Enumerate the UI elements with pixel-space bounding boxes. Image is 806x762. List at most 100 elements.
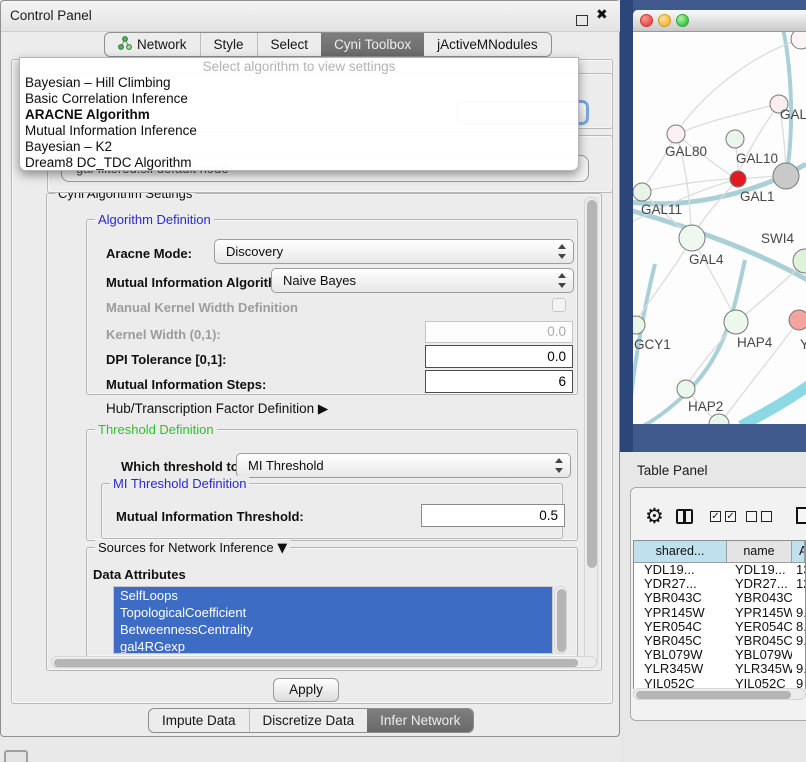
algorithm-option[interactable]: Mutual Information Inference: [20, 123, 578, 139]
table-row[interactable]: YDR27...YDR27...12: [634, 577, 805, 591]
network-node-swi4[interactable]: [793, 249, 806, 273]
column-header-partial[interactable]: A: [792, 541, 805, 562]
table-cell: YBR043C: [634, 591, 727, 605]
float-window-icon[interactable]: [576, 15, 588, 26]
table-row[interactable]: YBR045CYBR045C9.: [634, 634, 805, 648]
sources-title[interactable]: Sources for Network Inference ▼: [95, 540, 290, 556]
network-node-y[interactable]: [789, 310, 806, 330]
network-edge: [633, 210, 806, 282]
checked-checkbox-icon[interactable]: ✓: [725, 511, 736, 522]
table-row[interactable]: YER054CYER054C8.: [634, 620, 805, 634]
node-label: GAL7: [780, 107, 806, 122]
data-attribute-item[interactable]: TopologicalCoefficient: [114, 604, 552, 621]
dpi-tolerance-label: DPI Tolerance [0,1]:: [106, 352, 226, 367]
mi-steps-field[interactable]: 6: [425, 370, 573, 393]
mi-algorithm-type-combobox[interactable]: Naive Bayes: [271, 268, 574, 293]
table-row[interactable]: YLR345WYLR345W9.: [634, 662, 805, 676]
tab-network[interactable]: Network: [105, 33, 200, 56]
data-attributes-label: Data Attributes: [93, 567, 186, 582]
algorithm-option[interactable]: Basic Correlation Inference: [20, 91, 578, 107]
combo-down-arrow-icon: [555, 468, 563, 473]
network-node-hap2[interactable]: [677, 380, 695, 398]
network-node-gal1[interactable]: [730, 171, 746, 187]
network-window-titlebar[interactable]: [633, 10, 806, 32]
table-hscrollbar-thumb[interactable]: [636, 691, 791, 699]
network-node[interactable]: [773, 163, 799, 189]
attributes-vscrollbar-thumb[interactable]: [557, 589, 566, 652]
settings-hscrollbar-thumb[interactable]: [54, 659, 578, 667]
column-layout-icon[interactable]: [676, 509, 693, 524]
table-cell: YPR145W: [727, 606, 792, 620]
column-header-shared-name[interactable]: shared...: [634, 541, 727, 562]
which-threshold-combobox[interactable]: MI Threshold: [236, 453, 571, 478]
table-row[interactable]: YPR145WYPR145W9.: [634, 606, 805, 620]
column-header-name[interactable]: name: [727, 541, 792, 562]
unchecked-checkbox-icon[interactable]: [761, 511, 772, 522]
apply-button[interactable]: Apply: [273, 678, 339, 702]
algorithm-popup-list: Bayesian – Hill ClimbingBasic Correlatio…: [20, 75, 578, 171]
table-row[interactable]: YBR043CYBR043C: [634, 591, 805, 605]
settings-vscrollbar-track[interactable]: [584, 197, 598, 667]
close-panel-icon[interactable]: ✖: [596, 7, 608, 23]
table-cell: YDR27...: [727, 577, 792, 591]
settings-vscrollbar-thumb[interactable]: [587, 200, 597, 568]
minimize-window-button[interactable]: [658, 14, 671, 27]
checked-checkbox-icon[interactable]: ✓: [710, 511, 721, 522]
control-panel-titlebar[interactable]: Control Panel ✖: [1, 1, 621, 32]
table-row[interactable]: YDL19...YDL19...13: [634, 563, 805, 577]
unchecked-checkbox-icon[interactable]: [746, 511, 757, 522]
mi-threshold-field[interactable]: 0.5: [421, 504, 565, 527]
table-hscrollbar-track[interactable]: [633, 688, 806, 700]
network-node-gal80[interactable]: [667, 125, 685, 143]
tab-impute-data[interactable]: Impute Data: [149, 709, 249, 732]
table-settings-gear-icon[interactable]: ⚙: [645, 506, 664, 526]
combo-up-arrow-icon: [558, 244, 566, 249]
manual-kernel-width-checkbox[interactable]: [552, 298, 566, 312]
algorithm-option[interactable]: Bayesian – K2: [20, 139, 578, 155]
collapsed-arrow-icon: ▶: [318, 401, 328, 417]
table-cell: YPR145W: [634, 606, 727, 620]
network-edge: [741, 384, 806, 424]
tab-jactivemnodules[interactable]: jActiveMNodules: [424, 33, 551, 56]
table-cell: YDL19...: [727, 563, 792, 577]
table-row[interactable]: YBL079WYBL079W: [634, 648, 805, 662]
network-desktop-edge: [620, 0, 633, 452]
minimized-panel-icon[interactable]: [4, 750, 28, 762]
attributes-vscrollbar-track[interactable]: [554, 586, 567, 654]
mi-threshold-label: Mutual Information Threshold:: [116, 509, 304, 524]
new-table-page-icon[interactable]: [796, 507, 806, 524]
algorithm-option[interactable]: Bayesian – Hill Climbing: [20, 75, 578, 91]
network-node-gal11[interactable]: [633, 183, 651, 201]
algorithm-option[interactable]: ARACNE Algorithm: [20, 107, 578, 123]
tab-cyni-toolbox[interactable]: Cyni Toolbox: [321, 33, 424, 56]
tab-select[interactable]: Select: [257, 33, 322, 56]
tab-infer-network[interactable]: Infer Network: [367, 709, 473, 732]
network-node[interactable]: [791, 32, 806, 49]
aracne-mode-combobox[interactable]: Discovery: [214, 239, 574, 264]
network-node-gal4[interactable]: [679, 225, 705, 251]
combo-down-arrow-icon: [558, 254, 566, 259]
table-cell: YBR045C: [727, 634, 792, 648]
kernel-width-field[interactable]: 0.0: [425, 321, 573, 343]
expanded-arrow-icon: ▼: [277, 541, 287, 556]
data-attribute-item[interactable]: BetweennessCentrality: [114, 621, 552, 638]
hub-definition-toggle[interactable]: Hub/Transcription Factor Definition ▶: [106, 401, 328, 417]
node-label: GAL80: [665, 144, 707, 159]
data-attribute-item[interactable]: SelfLoops: [114, 587, 552, 604]
zoom-window-button[interactable]: [676, 14, 689, 27]
screenshot-root: Control Panel ✖ Network Style Select Cyn…: [0, 0, 806, 762]
node-label: HAP4: [737, 335, 773, 350]
settings-hscrollbar-track[interactable]: [51, 656, 597, 668]
tab-style[interactable]: Style: [200, 33, 257, 56]
network-canvas[interactable]: GAL7GAL80GAL10GAL1GAL11GAL4SWI4GCY1HAP4Y…: [633, 32, 806, 424]
close-window-button[interactable]: [640, 14, 653, 27]
network-graph-icon: [118, 36, 132, 53]
data-attribute-item[interactable]: gal4RGexp: [114, 638, 552, 654]
algorithm-option[interactable]: Dream8 DC_TDC Algorithm: [20, 155, 578, 171]
node-label: GAL10: [736, 151, 778, 166]
control-panel-window: Control Panel ✖ Network Style Select Cyn…: [0, 0, 620, 737]
network-node-gal10[interactable]: [726, 130, 744, 148]
dpi-tolerance-field[interactable]: 0.0: [425, 345, 573, 368]
network-node-hap4[interactable]: [724, 310, 748, 334]
tab-discretize-data[interactable]: Discretize Data: [249, 709, 368, 732]
